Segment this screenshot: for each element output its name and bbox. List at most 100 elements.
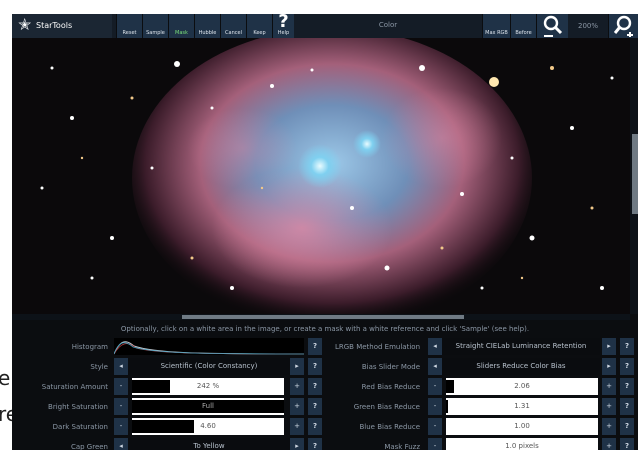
red-bias-label: Red Bias Reduce — [361, 383, 420, 391]
bright-saturation-help[interactable]: ? — [308, 398, 322, 415]
startools-window: ✭ StarTools Reset Sample Mask Hubble Can… — [12, 14, 638, 450]
histogram-display — [113, 338, 305, 355]
cap-green-row: Cap Green ◂ To Yellow ▸ ? — [12, 438, 322, 450]
dark-saturation-slider[interactable]: 4.60 — [132, 418, 284, 435]
lrgb-dropdown[interactable]: Straight CIELab Luminance Retention — [442, 338, 600, 355]
bias-mode-dropdown[interactable]: Sliders Reduce Color Bias — [442, 358, 600, 375]
keep-button[interactable]: Keep — [246, 14, 272, 38]
red-bias-slider[interactable]: 2.06 — [446, 378, 598, 395]
help-button[interactable]: ? Help — [272, 14, 294, 38]
bright-saturation-decrease[interactable]: - — [114, 398, 128, 415]
saturation-amount-row: Saturation Amount - 242 % + ? — [12, 378, 322, 396]
green-bias-increase[interactable]: + — [602, 398, 616, 415]
cap-green-help[interactable]: ? — [308, 438, 322, 450]
hubble-button[interactable]: Hubble — [194, 14, 220, 38]
dark-saturation-help[interactable]: ? — [308, 418, 322, 435]
before-label: Before — [515, 30, 532, 36]
blue-bias-increase[interactable]: + — [602, 418, 616, 435]
vertical-scroll-thumb[interactable] — [632, 134, 638, 214]
help-label: Help — [277, 30, 290, 36]
cap-green-label: Cap Green — [70, 443, 108, 450]
style-row: Style ◂ Scientific (Color Constancy) ▸ ? — [12, 358, 322, 376]
nebula-image — [12, 38, 630, 314]
green-bias-slider[interactable]: 1.31 — [446, 398, 598, 415]
mask-fuzz-value: 1.0 pixels — [505, 442, 539, 450]
saturation-amount-help[interactable]: ? — [308, 378, 322, 395]
cancel-label: Cancel — [225, 30, 242, 36]
zoom-in-button[interactable] — [608, 14, 638, 38]
toolbar: ✭ StarTools Reset Sample Mask Hubble Can… — [12, 14, 638, 38]
saturation-amount-value: 242 % — [196, 382, 220, 390]
horizontal-scroll-thumb[interactable] — [182, 315, 464, 319]
red-bias-help[interactable]: ? — [620, 378, 634, 395]
green-bias-help[interactable]: ? — [620, 398, 634, 415]
mask-fuzz-decrease[interactable]: - — [428, 438, 442, 450]
blue-bias-slider[interactable]: 1.00 — [446, 418, 598, 435]
lrgb-row: LRGB Method Emulation ◂ Straight CIELab … — [324, 338, 638, 356]
green-bias-row: Green Bias Reduce - 1.31 + ? — [324, 398, 638, 416]
mask-fuzz-label: Mask Fuzz — [384, 443, 420, 450]
bias-mode-next-button[interactable]: ▸ — [602, 358, 616, 375]
style-help-button[interactable]: ? — [308, 358, 322, 375]
bright-saturation-label: Bright Saturation — [48, 403, 108, 411]
dark-saturation-label: Dark Saturation — [52, 423, 108, 431]
histogram-curve — [113, 341, 305, 355]
module-title-text: Color — [378, 21, 398, 29]
mask-fuzz-row: Mask Fuzz - 1.0 pixels + ? — [324, 438, 638, 450]
zoom-out-button[interactable] — [536, 14, 568, 38]
bright-saturation-slider[interactable]: Full — [132, 398, 284, 415]
bias-mode-help-button[interactable]: ? — [620, 358, 634, 375]
red-bias-decrease[interactable]: - — [428, 378, 442, 395]
lrgb-prev-button[interactable]: ◂ — [428, 338, 442, 355]
red-bias-value: 2.06 — [514, 382, 530, 390]
bias-mode-label: Bias Slider Mode — [361, 363, 420, 371]
reset-button[interactable]: Reset — [116, 14, 142, 38]
image-viewport[interactable] — [12, 38, 630, 314]
lrgb-help-button[interactable]: ? — [620, 338, 634, 355]
cancel-button[interactable]: Cancel — [220, 14, 246, 38]
saturation-amount-decrease[interactable]: - — [114, 378, 128, 395]
green-bias-value: 1.31 — [514, 402, 530, 410]
bright-saturation-increase[interactable]: + — [290, 398, 304, 415]
blue-bias-decrease[interactable]: - — [428, 418, 442, 435]
mask-fuzz-slider[interactable]: 1.0 pixels — [446, 438, 598, 450]
app-name: StarTools — [36, 21, 73, 30]
app-logo: ✭ StarTools — [12, 14, 112, 38]
dark-saturation-increase[interactable]: + — [290, 418, 304, 435]
mask-fuzz-increase[interactable]: + — [602, 438, 616, 450]
mask-fuzz-help[interactable]: ? — [620, 438, 634, 450]
vertical-scrollbar[interactable] — [630, 38, 638, 314]
blue-bias-row: Blue Bias Reduce - 1.00 + ? — [324, 418, 638, 436]
cap-green-next-button[interactable]: ▸ — [290, 438, 304, 450]
max-rgb-label: Max RGB — [485, 30, 508, 36]
bright-saturation-value: Full — [202, 402, 214, 410]
saturation-amount-slider[interactable]: 242 % — [132, 378, 284, 395]
mask-button[interactable]: Mask — [168, 14, 194, 38]
sample-button[interactable]: Sample — [142, 14, 168, 38]
red-bias-increase[interactable]: + — [602, 378, 616, 395]
cap-green-dropdown[interactable]: To Yellow — [128, 438, 290, 450]
bias-mode-prev-button[interactable]: ◂ — [428, 358, 442, 375]
style-dropdown[interactable]: Scientific (Color Constancy) — [128, 358, 290, 375]
hubble-label: Hubble — [198, 30, 217, 36]
saturation-amount-label: Saturation Amount — [41, 383, 108, 391]
lrgb-next-button[interactable]: ▸ — [602, 338, 616, 355]
dark-saturation-decrease[interactable]: - — [114, 418, 128, 435]
style-next-button[interactable]: ▸ — [290, 358, 304, 375]
histogram-help-button[interactable]: ? — [308, 338, 322, 355]
red-bias-row: Red Bias Reduce - 2.06 + ? — [324, 378, 638, 396]
blue-bias-help[interactable]: ? — [620, 418, 634, 435]
max-rgb-button[interactable]: Max RGB — [482, 14, 510, 38]
cap-green-prev-button[interactable]: ◂ — [114, 438, 128, 450]
horizontal-scrollbar[interactable] — [12, 314, 630, 320]
style-prev-button[interactable]: ◂ — [114, 358, 128, 375]
before-button[interactable]: Before — [510, 14, 536, 38]
stray-text-1: e — [0, 366, 11, 390]
saturation-amount-increase[interactable]: + — [290, 378, 304, 395]
zoom-level: 200% — [568, 14, 608, 38]
sample-label: Sample — [146, 30, 165, 36]
instruction-text: Optionally, click on a white area in the… — [120, 325, 530, 333]
blue-bias-value: 1.00 — [514, 422, 530, 430]
green-bias-decrease[interactable]: - — [428, 398, 442, 415]
histogram-row: Histogram ? — [12, 338, 322, 356]
